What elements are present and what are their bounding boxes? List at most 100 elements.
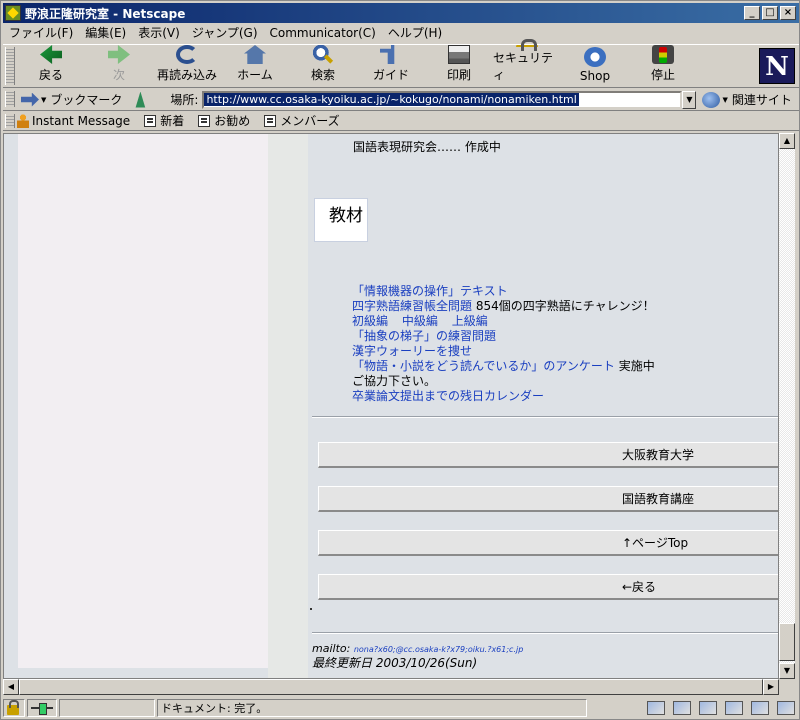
mail-icon[interactable] xyxy=(673,701,691,715)
stop-icon xyxy=(652,45,674,64)
left-frame xyxy=(18,134,268,668)
newsgroup-icon[interactable] xyxy=(751,701,769,715)
menu-help[interactable]: ヘルプ(H) xyxy=(382,24,448,42)
scroll-down-button[interactable]: ▼ xyxy=(779,663,795,679)
divider-strip xyxy=(268,134,308,678)
toolbar-grip[interactable] xyxy=(5,113,15,128)
thesis-calendar-link[interactable]: 卒業論文提出までの残日カレンダー xyxy=(352,389,544,403)
beginner-link[interactable]: 初級編 xyxy=(352,314,388,328)
url-input[interactable]: http://www.cc.osaka-kyoiku.ac.jp/~kokugo… xyxy=(202,90,683,109)
it-text-link[interactable]: 「情報機器の操作」テキスト xyxy=(352,284,508,298)
survey-status: 実施中 xyxy=(614,359,655,373)
location-label: 場所: xyxy=(170,93,199,107)
research-group-note: 国語表現研究会…… 作成中 xyxy=(353,140,501,154)
globe-icon xyxy=(702,91,721,108)
navigation-toolbar: 戻る 次 再読み込み ホーム 検索 ガイド 印刷 セキュリティ Shop 停止 … xyxy=(3,39,799,88)
status-text: ドキュメント: 完了。 xyxy=(157,699,587,717)
location-toolbar: ▼ ブックマーク 場所: http://www.cc.osaka-kyoiku.… xyxy=(3,89,799,111)
related-sites-button[interactable]: ▼ 関連サイト xyxy=(702,91,792,108)
maximize-button[interactable]: □ xyxy=(762,6,778,20)
survey-link[interactable]: 「物語・小説をどう読んでいるか」のアンケート xyxy=(352,359,615,373)
section-heading-box: 教材 xyxy=(314,198,368,242)
page-proxy-icon[interactable] xyxy=(135,91,146,108)
url-text: http://www.cc.osaka-kyoiku.ac.jp/~kokugo… xyxy=(204,93,579,106)
horizontal-scrollbar[interactable]: ◀ ▶ xyxy=(3,679,779,695)
page-top-button[interactable]: ↑ページTop xyxy=(318,530,778,556)
bookmarks-button[interactable]: ▼ ブックマーク xyxy=(17,91,126,108)
materials-list: 「情報機器の操作」テキスト 四字熟語練習帳全問題 854個の四字熟語にチャレンジ… xyxy=(352,284,655,404)
forward-button[interactable]: 次 xyxy=(85,45,153,87)
scroll-up-button[interactable]: ▲ xyxy=(779,133,795,149)
japanese-education-button[interactable]: 国語教育講座 xyxy=(318,486,778,512)
kanji-wally-link[interactable]: 漢字ウォーリーを捜せ xyxy=(352,344,472,358)
close-button[interactable]: × xyxy=(780,6,796,20)
toolbar-grip[interactable] xyxy=(5,90,15,107)
whats-new-link[interactable]: 新着 xyxy=(144,112,184,129)
stop-button[interactable]: 停止 xyxy=(629,45,697,87)
composer-icon[interactable] xyxy=(725,701,743,715)
search-button[interactable]: 検索 xyxy=(289,45,357,87)
edit-page-icon[interactable] xyxy=(777,701,795,715)
instant-message-icon[interactable] xyxy=(699,701,717,715)
menu-go[interactable]: ジャンプ(G) xyxy=(186,24,264,42)
scroll-right-button[interactable]: ▶ xyxy=(763,679,779,695)
mail-link[interactable]: nona?x60;@cc.osaka-k?x79;oiku.?x61;c.jp xyxy=(354,645,523,654)
minimize-button[interactable]: _ xyxy=(744,6,760,20)
cooperation-note: ご協力下さい。 xyxy=(352,374,437,388)
menu-view[interactable]: 表示(V) xyxy=(132,24,186,42)
security-status[interactable] xyxy=(3,699,25,717)
advanced-link[interactable]: 上級編 xyxy=(452,314,488,328)
spacer-dot xyxy=(310,608,312,610)
navigator-icon[interactable] xyxy=(647,701,665,715)
security-button[interactable]: セキュリティ xyxy=(493,39,561,87)
divider xyxy=(312,416,778,418)
members-link[interactable]: メンバーズ xyxy=(264,112,340,129)
menu-file[interactable]: ファイル(F) xyxy=(3,24,79,42)
idiom-all-questions-link[interactable]: 四字熟語練習帳全問題 xyxy=(352,299,472,313)
page-icon xyxy=(144,114,157,127)
status-bar: ドキュメント: 完了。 xyxy=(3,698,799,718)
connection-icon xyxy=(31,703,53,715)
back-button[interactable]: 戻る xyxy=(17,45,85,87)
reload-icon xyxy=(176,45,198,64)
vertical-scrollbar[interactable]: ▲ ▼ xyxy=(779,133,795,679)
main-column: 国語表現研究会…… 作成中 教材 「情報機器の操作」テキスト 四字熟語練習帳全問… xyxy=(308,134,778,678)
back-link-button[interactable]: ←戻る xyxy=(318,574,778,600)
guide-button[interactable]: ガイド xyxy=(357,45,425,87)
print-button[interactable]: 印刷 xyxy=(425,45,493,87)
scroll-corner xyxy=(779,679,795,695)
abstraction-ladder-link[interactable]: 「抽象の梯子」の練習問題 xyxy=(352,329,496,343)
reload-button[interactable]: 再読み込み xyxy=(153,45,221,87)
toolbar-grip[interactable] xyxy=(5,47,15,85)
page-content: 国語表現研究会…… 作成中 教材 「情報機器の操作」テキスト 四字熟語練習帳全問… xyxy=(3,133,779,679)
menu-edit[interactable]: 編集(E) xyxy=(79,24,132,42)
instant-message-link[interactable]: Instant Message xyxy=(17,113,130,128)
chevron-down-icon: ▼ xyxy=(41,95,47,104)
progress-bar xyxy=(59,699,155,717)
menu-communicator[interactable]: Communicator(C) xyxy=(264,24,382,42)
home-button[interactable]: ホーム xyxy=(221,45,289,87)
forward-arrow-icon xyxy=(108,45,130,64)
shop-button[interactable]: Shop xyxy=(561,45,629,87)
scroll-left-button[interactable]: ◀ xyxy=(3,679,19,695)
page-icon xyxy=(264,114,277,127)
personal-toolbar: Instant Message 新着 お勧め メンバーズ xyxy=(3,111,799,131)
connection-status xyxy=(27,699,57,717)
title-bar: 野浪正隆研究室 - Netscape _ □ × xyxy=(3,3,799,23)
idiom-description: 854個の四字熟語にチャレンジ！ xyxy=(472,299,655,313)
netscape-logo[interactable]: N xyxy=(759,48,795,84)
recommended-link[interactable]: お勧め xyxy=(198,112,250,129)
back-arrow-icon xyxy=(40,45,62,64)
window-title: 野浪正隆研究室 - Netscape xyxy=(25,6,186,21)
vertical-scroll-thumb[interactable] xyxy=(779,623,795,661)
browser-window: 野浪正隆研究室 - Netscape _ □ × ファイル(F) 編集(E) 表… xyxy=(0,0,800,720)
last-updated: 最終更新日 2003/10/26(Sun) xyxy=(312,656,478,670)
page-icon xyxy=(198,114,211,127)
url-dropdown-button[interactable]: ▼ xyxy=(682,90,697,109)
horizontal-scroll-thumb[interactable] xyxy=(19,679,763,695)
intermediate-link[interactable]: 中級編 xyxy=(402,314,438,328)
divider xyxy=(312,632,778,634)
osaka-kyoiku-button[interactable]: 大阪教育大学 xyxy=(318,442,778,468)
home-icon xyxy=(244,45,266,64)
guide-icon xyxy=(380,45,395,64)
